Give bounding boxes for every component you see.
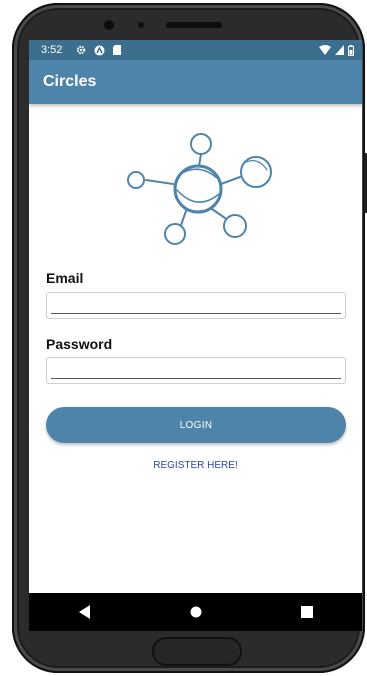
password-underline bbox=[51, 378, 341, 379]
front-camera bbox=[104, 20, 114, 30]
email-field[interactable] bbox=[46, 292, 346, 319]
screen: 3:52 Circles Email Password LOGIN REGIST… bbox=[29, 40, 362, 631]
app-title: Circles bbox=[43, 73, 97, 90]
battery-icon bbox=[348, 44, 354, 56]
register-link[interactable]: REGISTER HERE! bbox=[29, 460, 362, 471]
signal-icon bbox=[335, 45, 344, 55]
password-input[interactable] bbox=[51, 360, 341, 378]
circles-logo bbox=[127, 133, 272, 245]
password-field[interactable] bbox=[46, 357, 346, 384]
sd-card-icon bbox=[113, 45, 122, 55]
email-input[interactable] bbox=[51, 295, 341, 313]
bottom-speaker bbox=[152, 637, 242, 666]
back-icon[interactable] bbox=[78, 605, 91, 619]
app-bar: Circles bbox=[29, 60, 362, 104]
recents-icon[interactable] bbox=[300, 606, 313, 618]
password-label: Password bbox=[46, 336, 113, 352]
home-icon[interactable] bbox=[190, 606, 202, 618]
sensor-dot bbox=[138, 22, 144, 28]
gear-icon bbox=[77, 45, 86, 55]
wifi-icon bbox=[319, 45, 331, 55]
login-button[interactable]: LOGIN bbox=[46, 407, 346, 443]
navigation-bar bbox=[29, 593, 362, 631]
status-time: 3:52 bbox=[41, 44, 63, 56]
app-icon bbox=[94, 45, 105, 55]
status-bar: 3:52 bbox=[29, 40, 362, 60]
email-underline bbox=[51, 313, 341, 314]
earpiece-speaker bbox=[166, 22, 222, 28]
email-label: Email bbox=[46, 270, 84, 286]
